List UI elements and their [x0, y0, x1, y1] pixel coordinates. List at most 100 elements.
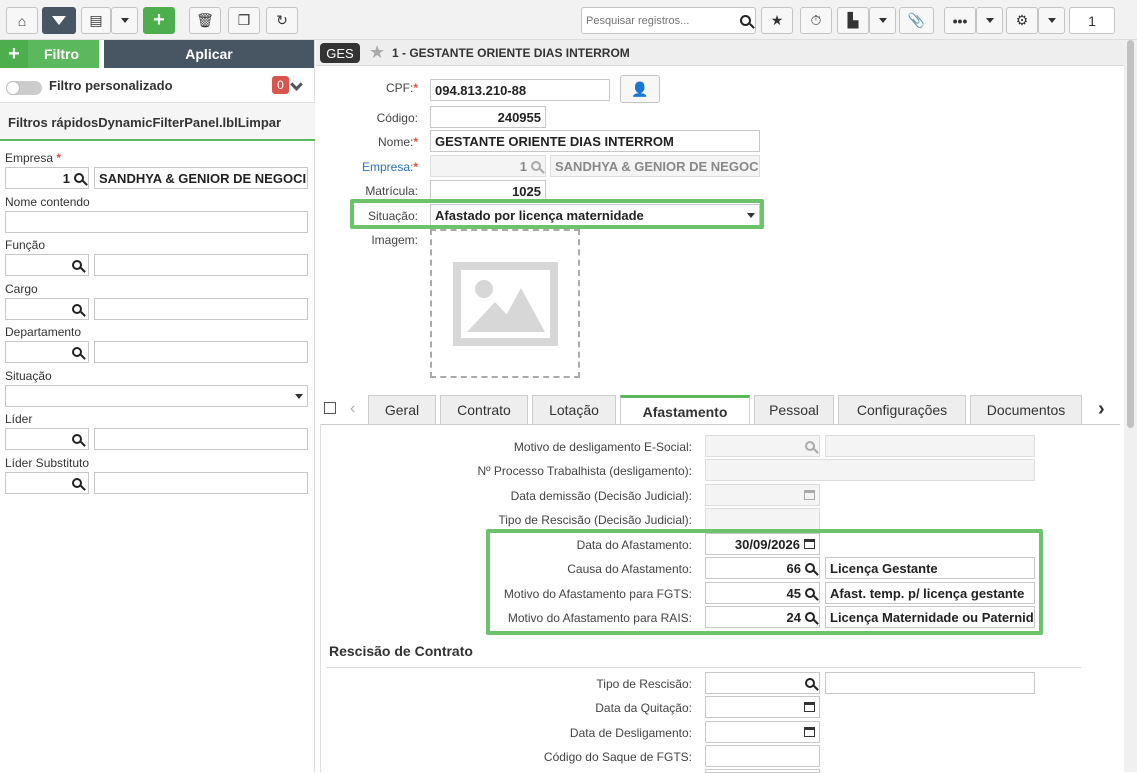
trash-icon: 🗑 [196, 12, 214, 28]
apply-button[interactable]: Aplicar [104, 40, 314, 68]
empresa-filter-name-input[interactable]: SANDHYA & GENIOR DE NEGOCI [94, 167, 308, 189]
search-icon[interactable] [72, 304, 82, 314]
search-icon[interactable] [72, 478, 82, 488]
chevron-down-icon [1047, 18, 1056, 23]
tipo-rescisao-label[interactable]: Tipo de Rescisão: [330, 677, 692, 691]
custom-filter-toggle[interactable] [6, 81, 42, 95]
table-icon: ▤ [89, 12, 103, 28]
search-icon[interactable] [72, 347, 82, 357]
cargo-filter-name-input[interactable] [94, 298, 308, 320]
tab-geral[interactable]: Geral [368, 395, 436, 424]
record-number: 1 [1069, 7, 1115, 34]
empresa-name-input: SANDHYA & GENIOR DE NEGOC [550, 155, 760, 177]
person-lookup-button[interactable]: 👤 [620, 75, 660, 103]
funcao-filter-name-input[interactable] [94, 254, 308, 276]
filter-panel: + Filtro Aplicar Filtro personalizado 0 … [0, 40, 315, 772]
lider-filter-code-input[interactable] [5, 428, 89, 450]
departamento-filter-code-input[interactable] [5, 341, 89, 363]
chevron-down-icon [120, 18, 129, 23]
cargo-filter-code-input[interactable] [5, 298, 89, 320]
search-icon[interactable] [805, 678, 815, 688]
report-button[interactable]: ▙ [837, 7, 869, 34]
data-demissao-label: Data demissão (Decisão Judicial): [510, 489, 692, 503]
next-field-input[interactable] [705, 769, 820, 773]
codigo-saque-fgts-input[interactable] [705, 745, 820, 767]
add-record-button[interactable]: + [143, 7, 175, 34]
duplicate-icon[interactable] [324, 402, 336, 414]
empresa-label[interactable]: Empresa:* [330, 160, 418, 174]
calendar-icon[interactable] [804, 702, 815, 712]
plus-icon: + [153, 9, 165, 31]
lider-substituto-filter-label: Líder Substituto [5, 456, 90, 470]
more-dropdown[interactable] [976, 7, 1003, 34]
scrollbar-thumb[interactable] [1127, 40, 1134, 428]
favorite-button[interactable]: ★ [761, 7, 793, 34]
search-input[interactable] [586, 14, 726, 27]
grid-view-dropdown[interactable] [111, 7, 138, 34]
document-export-icon: ▙ [847, 12, 859, 28]
tipo-rescisao-code-input[interactable] [705, 672, 820, 694]
motivo-desligamento-code-input [705, 435, 820, 457]
codigo-saque-fgts-label: Código do Saque de FGTS: [543, 750, 692, 764]
rescisao-section-title: Rescisão de Contrato [329, 643, 473, 659]
settings-dropdown[interactable] [1038, 7, 1065, 34]
tab-pessoal[interactable]: Pessoal [754, 395, 834, 424]
refresh-button[interactable]: ↻ [266, 7, 298, 34]
tab-contrato[interactable]: Contrato [440, 395, 528, 424]
search-icon[interactable] [72, 260, 82, 270]
calendar-icon[interactable] [804, 727, 815, 737]
codigo-input[interactable]: 240955 [430, 106, 546, 128]
situacao-filter-label: Situação [5, 369, 52, 383]
timer-button[interactable]: ⏱ [800, 7, 832, 34]
chevron-down-icon[interactable] [290, 78, 303, 91]
chevron-right-icon[interactable]: › [1098, 398, 1105, 421]
departamento-filter-name-input[interactable] [94, 341, 308, 363]
home-button[interactable]: ⌂ [6, 7, 38, 34]
tab-afastamento[interactable]: Afastamento [620, 395, 750, 425]
tab-documentos[interactable]: Documentos [970, 395, 1082, 424]
cpf-input[interactable]: 094.813.210-88 [430, 79, 610, 101]
chevron-down-icon [295, 393, 303, 399]
more-button[interactable]: ••• [944, 7, 976, 34]
funcao-filter-label: Função [5, 238, 46, 252]
settings-button[interactable]: ⚙ [1006, 7, 1038, 34]
situacao-filter-select[interactable] [5, 385, 308, 407]
highlight-situacao [350, 199, 764, 229]
lider-filter-name-input[interactable] [94, 428, 308, 450]
scrollbar[interactable] [1124, 40, 1137, 772]
search-box[interactable] [581, 7, 756, 34]
star-icon[interactable]: ★ [369, 42, 385, 63]
attachment-button[interactable]: 📎 [899, 7, 934, 34]
filter-toggle-button[interactable] [42, 7, 76, 34]
lider-substituto-filter-name-input[interactable] [94, 472, 308, 494]
empresa-filter-code-input[interactable]: 1 [5, 167, 89, 189]
data-quitacao-input[interactable] [705, 696, 820, 718]
empresa-code-input: 1 [430, 155, 546, 177]
nome-input[interactable]: GESTANTE ORIENTE DIAS INTERROM [430, 130, 760, 152]
search-icon[interactable] [740, 15, 751, 26]
gear-icon: ⚙ [1015, 12, 1029, 28]
codigo-label: Código: [376, 111, 418, 125]
search-icon[interactable] [72, 434, 82, 444]
matricula-label: Matrícula: [365, 184, 418, 198]
data-desligamento-input[interactable] [705, 721, 820, 743]
filter-button[interactable]: + Filtro [0, 40, 99, 68]
motivo-desligamento-label[interactable]: Motivo de desligamento E-Social: [330, 440, 692, 454]
photo-placeholder[interactable] [430, 229, 580, 378]
delete-button[interactable]: 🗑 [189, 7, 221, 34]
funcao-filter-code-input[interactable] [5, 254, 89, 276]
chevron-left-icon[interactable]: ‹ [350, 400, 355, 418]
search-icon [531, 161, 541, 171]
lider-substituto-filter-code-input[interactable] [5, 472, 89, 494]
nome-filter-input[interactable] [5, 211, 308, 233]
calendar-icon [804, 490, 815, 500]
tab-configuracoes[interactable]: Configurações [838, 395, 966, 424]
search-icon[interactable] [74, 173, 84, 183]
tipo-rescisao-desc-input[interactable] [825, 672, 1035, 694]
grid-view-button[interactable]: ▤ [81, 7, 111, 34]
copy-button[interactable]: ❐ [228, 7, 260, 34]
empresa-filter-label: Empresa * [5, 151, 62, 165]
report-dropdown[interactable] [869, 7, 896, 34]
departamento-filter-label: Departamento [5, 325, 82, 339]
tab-lotacao[interactable]: Lotação [532, 395, 616, 424]
